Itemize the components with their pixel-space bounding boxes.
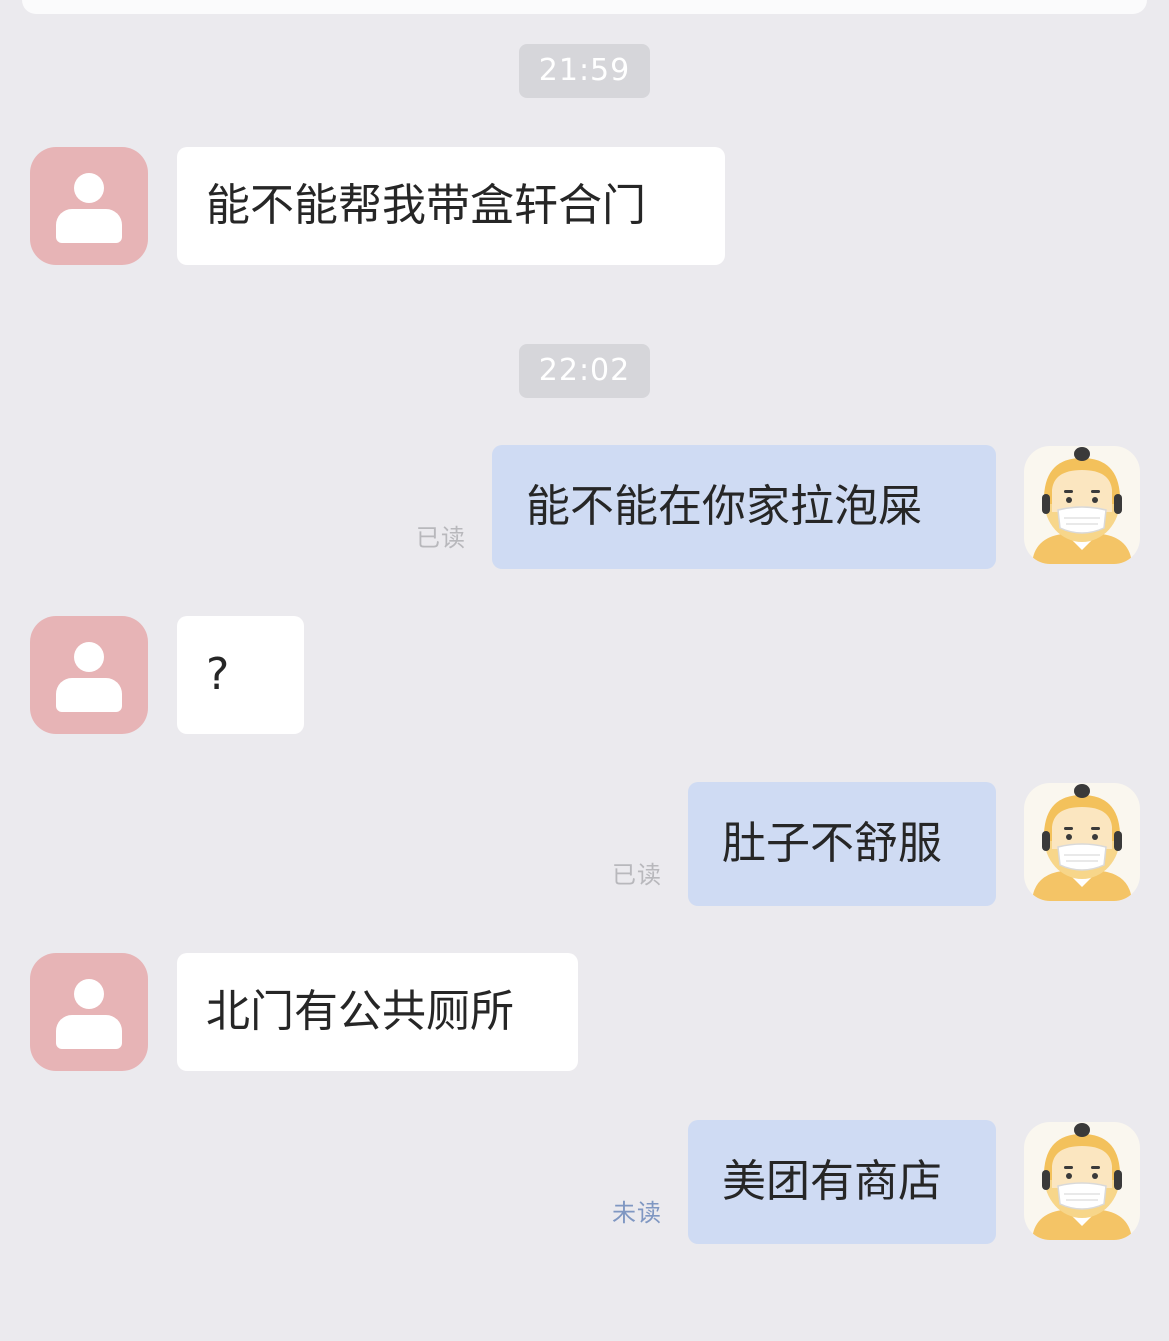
contact-avatar[interactable]: [30, 953, 148, 1071]
previous-message-edge: [22, 0, 1147, 14]
message-text: 能不能在你家拉泡屎: [526, 481, 922, 532]
masked-cartoon-avatar-icon: [1032, 1123, 1132, 1240]
person-icon-body: [56, 678, 122, 712]
outgoing-message-bubble[interactable]: 肚子不舒服: [688, 782, 996, 906]
incoming-message-bubble[interactable]: ?: [177, 616, 304, 734]
incoming-message-bubble[interactable]: 能不能帮我带盒轩合门: [177, 147, 725, 265]
contact-avatar[interactable]: [30, 616, 148, 734]
contact-avatar[interactable]: [30, 147, 148, 265]
self-avatar[interactable]: [1024, 783, 1140, 901]
masked-cartoon-avatar-icon: [1032, 784, 1132, 901]
masked-cartoon-avatar-icon: [1032, 447, 1132, 564]
outgoing-message-bubble[interactable]: 能不能在你家拉泡屎: [492, 445, 996, 569]
message-text: ?: [206, 649, 230, 700]
read-status: 已读: [416, 524, 466, 552]
person-icon: [74, 979, 104, 1009]
timestamp: 22:02: [519, 344, 650, 398]
message-text: 北门有公共厕所: [206, 986, 514, 1037]
message-text: 美团有商店: [722, 1156, 942, 1207]
chat-view: 21:59 能不能帮我带盒轩合门 22:02 已读 能不能在你家拉泡屎 ? 已读…: [0, 0, 1169, 1341]
person-icon: [74, 642, 104, 672]
outgoing-message-bubble[interactable]: 美团有商店: [688, 1120, 996, 1244]
person-icon-body: [56, 209, 122, 243]
message-text: 能不能帮我带盒轩合门: [206, 180, 646, 231]
incoming-message-bubble[interactable]: 北门有公共厕所: [177, 953, 578, 1071]
self-avatar[interactable]: [1024, 1122, 1140, 1240]
person-icon: [74, 173, 104, 203]
person-icon-body: [56, 1015, 122, 1049]
timestamp: 21:59: [519, 44, 650, 98]
unread-status: 未读: [612, 1199, 662, 1227]
self-avatar[interactable]: [1024, 446, 1140, 564]
message-text: 肚子不舒服: [722, 818, 942, 869]
read-status: 已读: [612, 861, 662, 889]
